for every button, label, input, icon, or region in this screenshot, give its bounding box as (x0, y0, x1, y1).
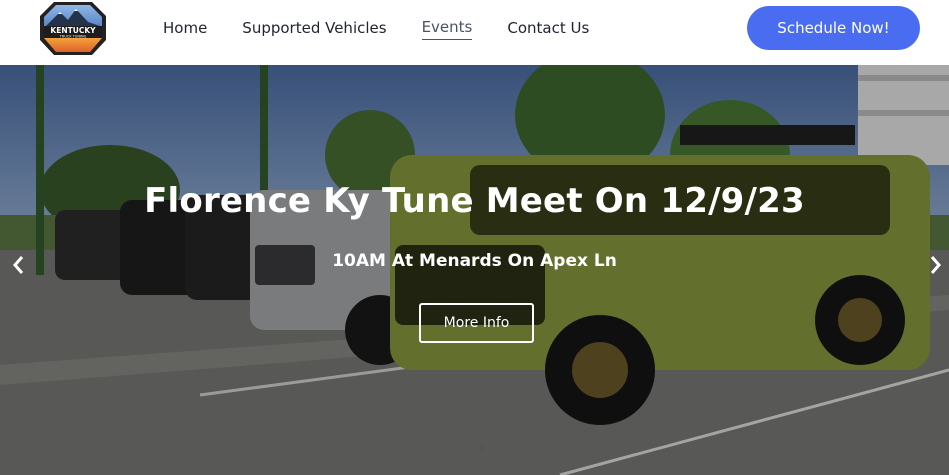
slider-dot[interactable] (478, 445, 484, 451)
slider-dots (478, 445, 484, 451)
hero-title: Florence Ky Tune Meet On 12/9/23 (144, 181, 805, 221)
more-info-button[interactable]: More Info (419, 303, 534, 343)
nav-home[interactable]: Home (163, 18, 207, 38)
schedule-now-button[interactable]: Schedule Now! (747, 6, 920, 50)
nav-supported-vehicles[interactable]: Supported Vehicles (242, 18, 386, 38)
hero-subtitle: 10AM At Menards On Apex Ln (332, 251, 617, 271)
site-header: KENTUCKY TRUCK TUNING Home Supported Veh… (0, 0, 949, 65)
site-logo[interactable]: KENTUCKY TRUCK TUNING (38, 0, 108, 57)
chevron-right-icon[interactable] (925, 251, 945, 279)
nav-contact-us[interactable]: Contact Us (507, 18, 589, 38)
nav-events[interactable]: Events (421, 17, 473, 40)
logo-text-sub: TRUCK TUNING (59, 35, 87, 39)
hero-slider: Florence Ky Tune Meet On 12/9/23 10AM At… (0, 65, 949, 475)
main-nav: Home Supported Vehicles Events Contact U… (163, 0, 624, 56)
chevron-left-icon[interactable] (9, 251, 29, 279)
